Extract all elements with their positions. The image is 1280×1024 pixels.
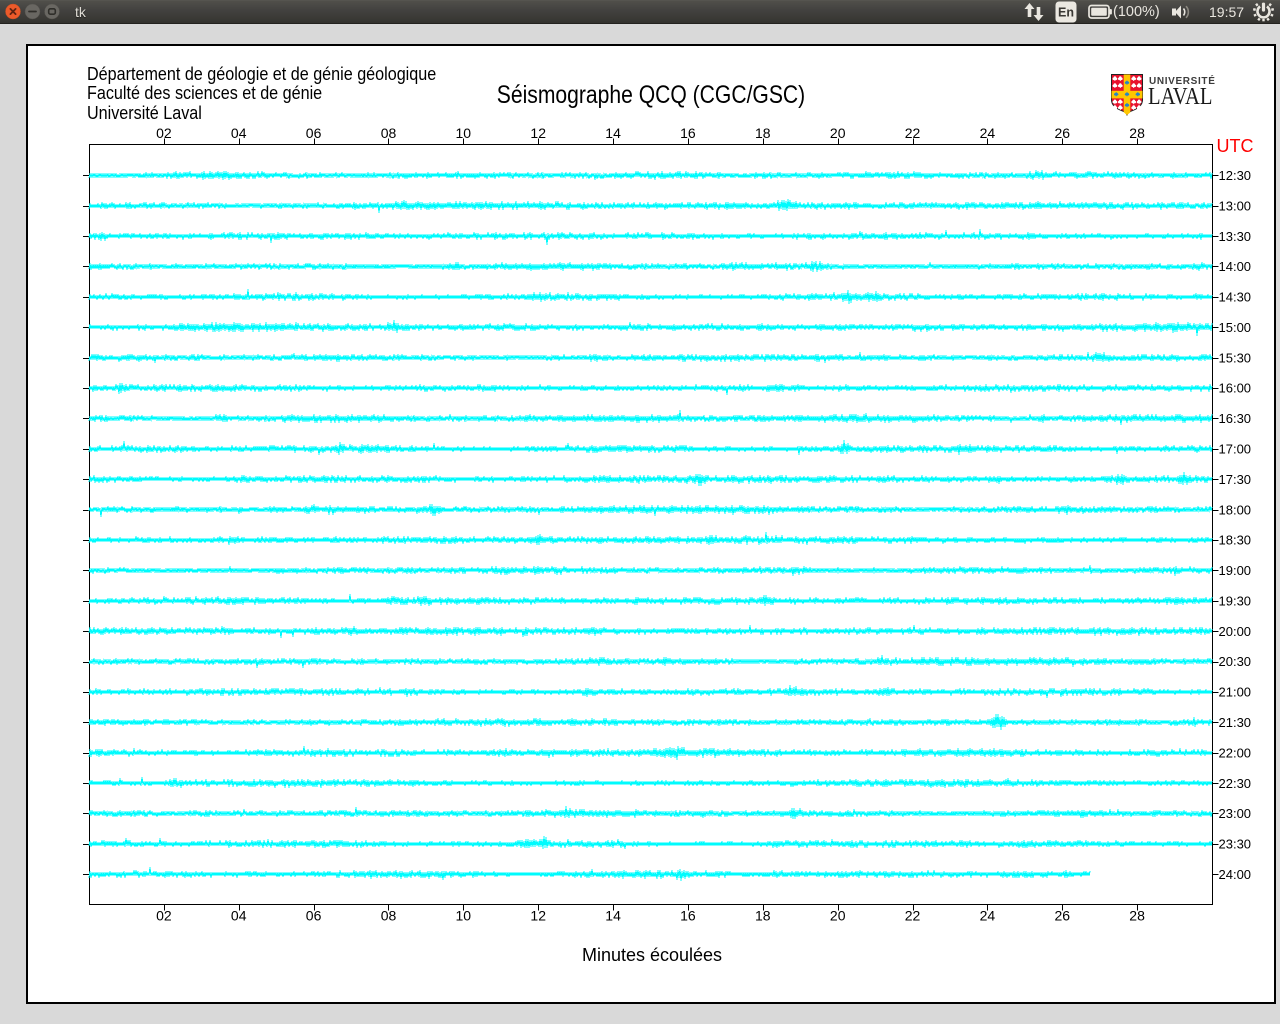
svg-text:23:00: 23:00 (1219, 806, 1252, 821)
svg-text:18:00: 18:00 (1219, 502, 1252, 517)
svg-text:19:30: 19:30 (1219, 594, 1252, 609)
svg-text:21:00: 21:00 (1219, 685, 1252, 700)
svg-text:19:00: 19:00 (1219, 563, 1252, 578)
svg-text:15:00: 15:00 (1219, 320, 1252, 335)
svg-text:20: 20 (830, 908, 846, 924)
svg-text:21:30: 21:30 (1219, 715, 1252, 730)
svg-text:22:30: 22:30 (1219, 776, 1252, 791)
svg-text:12:30: 12:30 (1219, 168, 1252, 183)
svg-text:04: 04 (231, 125, 247, 141)
svg-text:UTC: UTC (1217, 136, 1254, 156)
svg-text:06: 06 (306, 908, 322, 924)
svg-text:20:30: 20:30 (1219, 654, 1252, 669)
svg-text:24:00: 24:00 (1219, 867, 1252, 882)
svg-text:14:00: 14:00 (1219, 259, 1252, 274)
svg-text:14:30: 14:30 (1219, 290, 1252, 305)
svg-text:23:30: 23:30 (1219, 837, 1252, 852)
svg-text:16:30: 16:30 (1219, 411, 1252, 426)
svg-text:13:00: 13:00 (1219, 198, 1252, 213)
svg-text:04: 04 (231, 908, 247, 924)
svg-text:22:00: 22:00 (1219, 745, 1252, 760)
svg-text:18:30: 18:30 (1219, 533, 1252, 548)
svg-text:18: 18 (755, 125, 771, 141)
svg-text:20: 20 (830, 125, 846, 141)
svg-text:16:00: 16:00 (1219, 381, 1252, 396)
svg-text:15:30: 15:30 (1219, 350, 1252, 365)
svg-text:17:00: 17:00 (1219, 442, 1252, 457)
svg-text:22: 22 (905, 125, 921, 141)
svg-text:06: 06 (306, 125, 322, 141)
svg-text:13:30: 13:30 (1219, 229, 1252, 244)
svg-text:20:00: 20:00 (1219, 624, 1252, 639)
svg-text:22: 22 (905, 908, 921, 924)
svg-text:18: 18 (755, 908, 771, 924)
svg-text:17:30: 17:30 (1219, 472, 1252, 487)
